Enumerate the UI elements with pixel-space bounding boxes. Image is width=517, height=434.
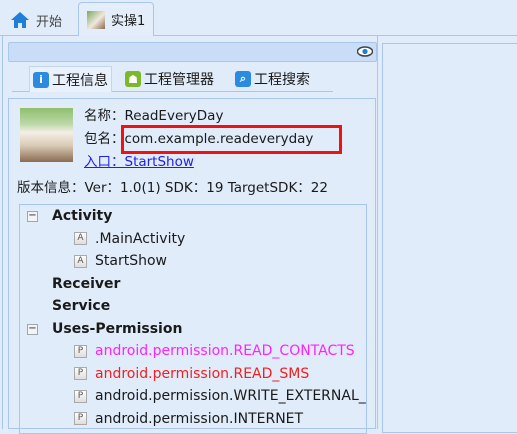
tree-item-label: android.permission.READ_CONTACTS [95,343,355,359]
book-icon [87,10,105,29]
entry-link[interactable]: 入口：StartShow [84,150,194,170]
permission-icon: P [74,344,87,358]
tree-item-label: Uses-Permission [52,320,183,337]
tree-item-label: android.permission.READ_SMS [95,365,310,382]
tab-label: 实操1 [111,14,146,29]
collapse-icon[interactable]: − [27,323,38,335]
activity-icon: A [74,254,87,268]
subtab-label: 工程信息 [52,72,108,89]
subtab-project-info[interactable]: i 工程信息 [29,66,112,92]
tab-start[interactable]: 开始 [2,4,70,36]
activity-icon: A [74,232,87,245]
tree-item[interactable]: Pandroid.permission.WRITE_EXTERNAL_STORA… [74,385,366,407]
tab-project-1[interactable]: 实操1 [78,2,155,36]
tab-label: 开始 [36,14,63,30]
collapse-icon[interactable]: − [27,211,38,222]
tree-item-label: Service [52,298,111,314]
tree-item-label: Receiver [52,275,121,292]
search-icon: ⌕ [235,71,251,87]
tree-item-label: Activity [52,208,113,224]
tree-item[interactable]: Pandroid.permission.INTERNET [74,408,303,430]
tree-item[interactable]: Pandroid.permission.READ_SMS [74,363,309,385]
panel-header-bar [8,42,377,62]
home-icon [11,12,29,28]
subtab-label: 工程管理器 [144,72,214,88]
app-name: 名称：ReadEveryDay [84,108,224,124]
tree-item[interactable]: Receiver [52,273,120,295]
version-info: 版本信息：Ver：1.0(1) SDK：19 TargetSDK：22 [17,180,328,196]
info-icon: i [33,71,49,88]
permission-icon: P [74,412,87,425]
tree-item[interactable]: A .MainActivity [74,228,185,250]
manifest-tree: − Activity A .MainActivity A StartShow Receive… [19,204,367,434]
tree-item-label: .MainActivity [95,230,186,247]
tree-item-label: android.permission.WRITE_EXTERNAL_STORAG… [95,388,366,404]
tree-item[interactable]: − Uses-Permission [27,318,183,340]
tree-item[interactable]: Service [52,295,110,317]
android-icon: ☗ [125,71,141,87]
tree-item[interactable]: A StartShow [74,250,167,272]
permission-icon: P [74,367,87,380]
right-panel [382,43,517,433]
tree-item[interactable]: Pandroid.permission.READ_CONTACTS [74,340,355,362]
subtab-project-manager[interactable]: ☗ 工程管理器 [122,66,217,92]
tree-item[interactable]: − Activity [27,205,113,227]
app-icon [20,108,73,162]
eye-icon[interactable] [357,46,373,57]
permission-icon: P [74,389,87,403]
tree-item-label: StartShow [95,253,167,269]
tree-item-label: android.permission.INTERNET [95,410,304,427]
subtab-label: 工程搜索 [254,72,310,88]
subtab-project-search[interactable]: ⌕ 工程搜索 [232,66,313,92]
